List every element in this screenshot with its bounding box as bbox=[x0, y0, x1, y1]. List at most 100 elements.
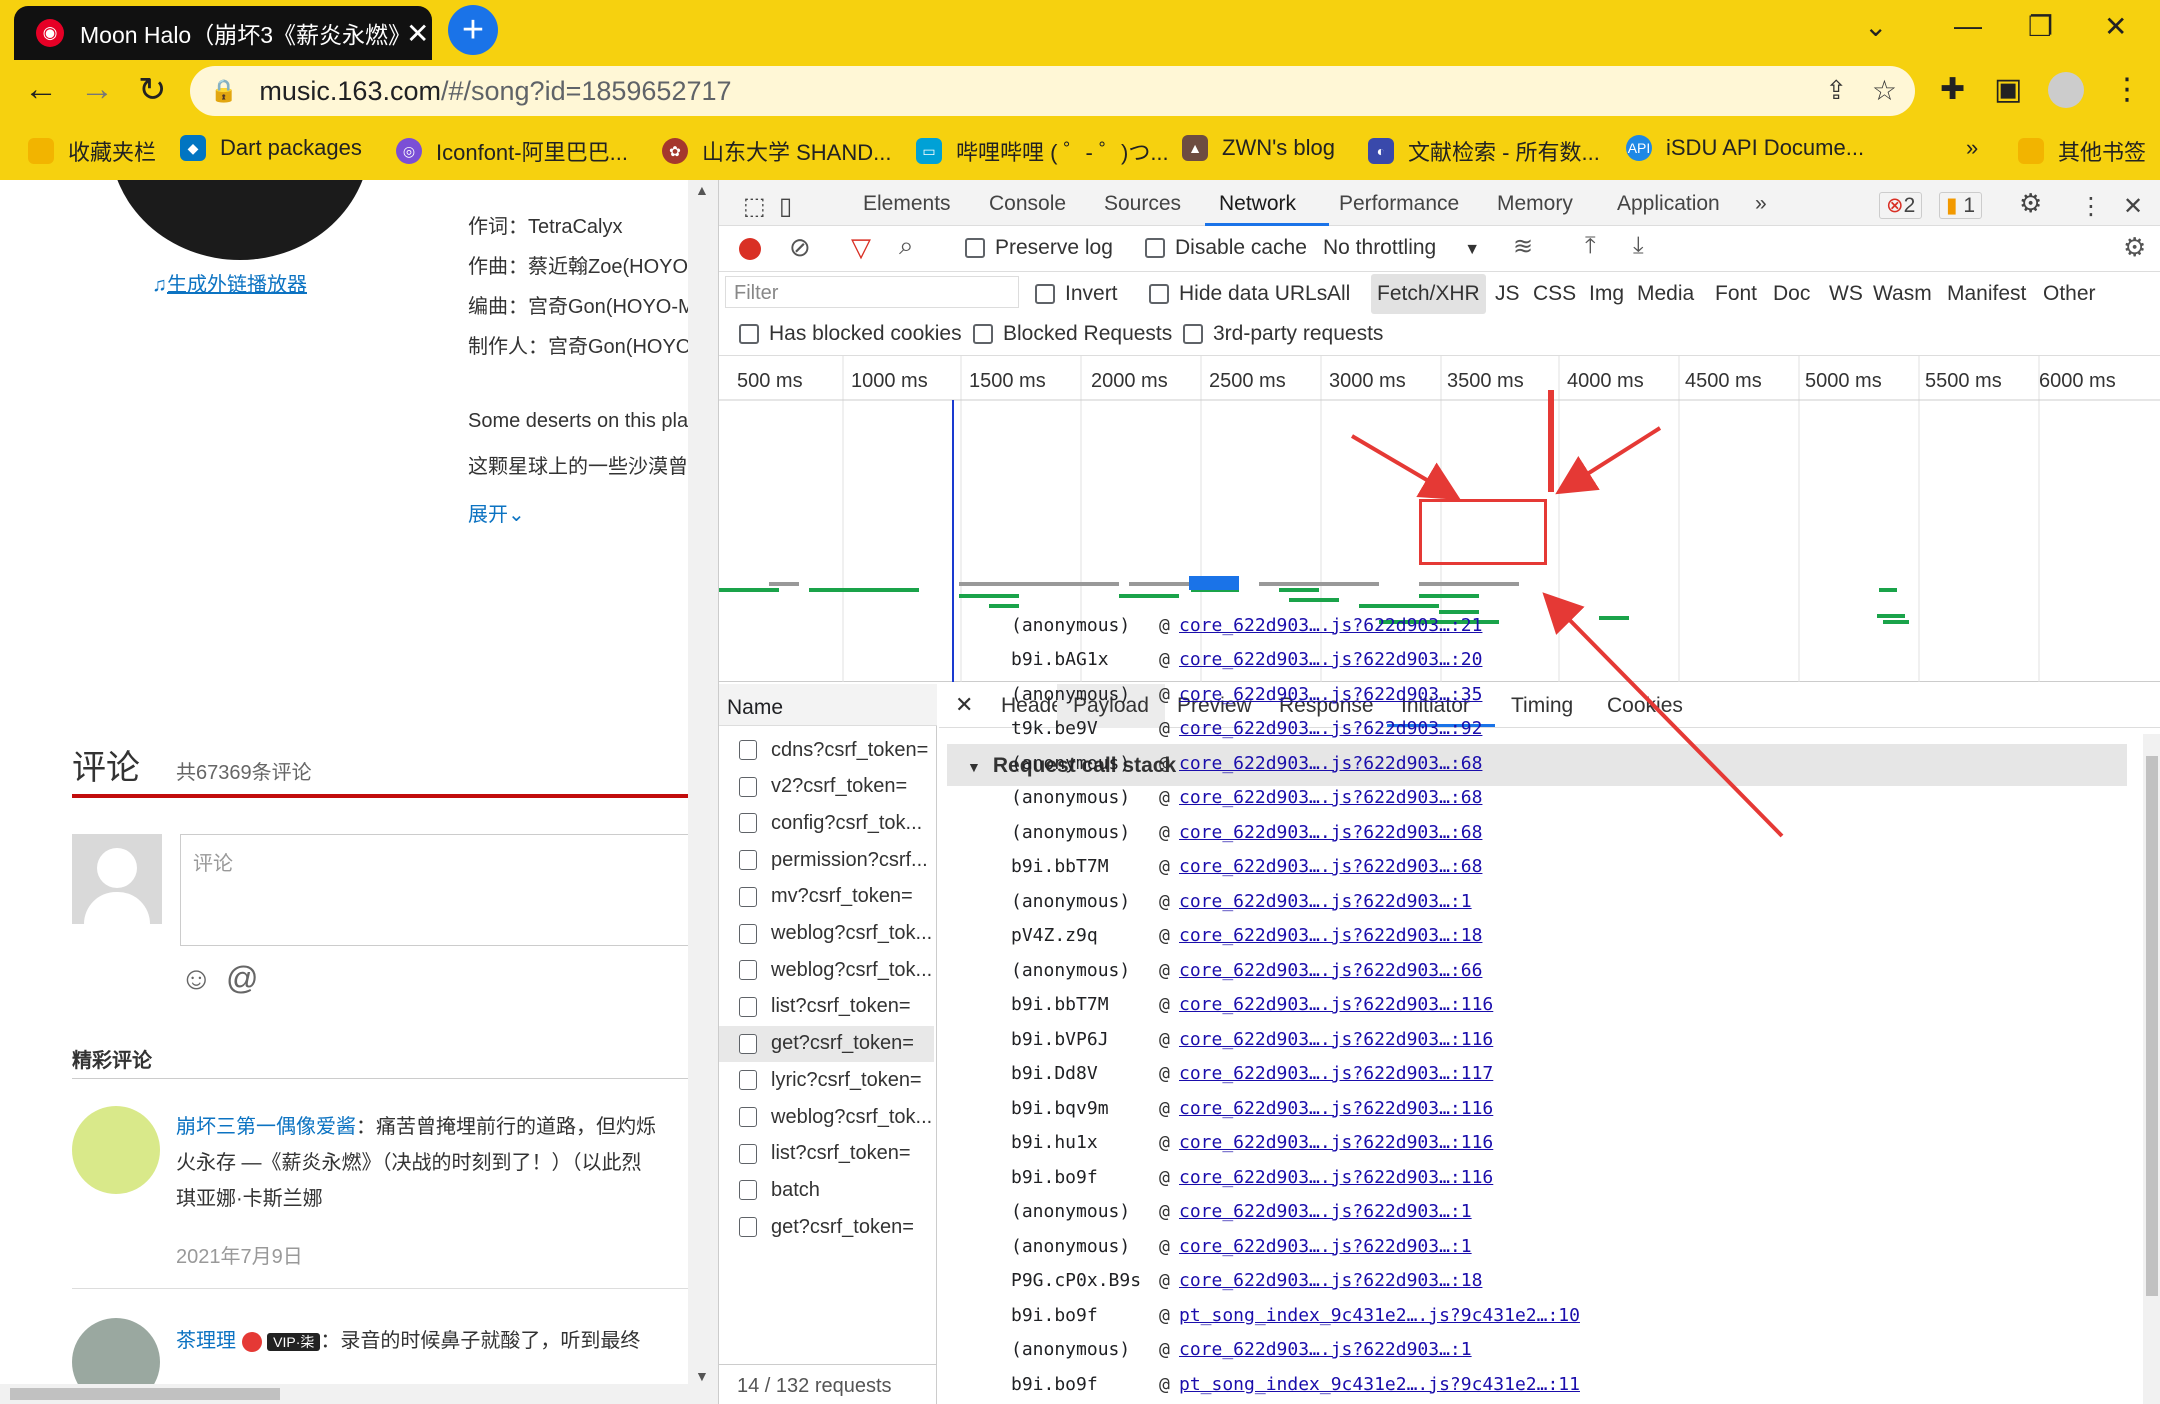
request-row[interactable]: config?csrf_tok... bbox=[719, 805, 934, 841]
commenter-avatar[interactable] bbox=[72, 1106, 160, 1194]
frame-source-link[interactable]: core_622d903….js?622d903…:116 bbox=[1179, 1098, 1493, 1119]
network-settings-icon[interactable]: ⚙ bbox=[2123, 232, 2146, 263]
tab-timing[interactable]: Timing bbox=[1511, 694, 1573, 718]
type-filter-other[interactable]: Other bbox=[2043, 282, 2096, 306]
inspect-icon[interactable]: ⬚ bbox=[743, 192, 766, 221]
commenter-name[interactable]: 茶理理 bbox=[176, 1330, 236, 1352]
page-scrollbar[interactable]: ▲ ▼ bbox=[688, 180, 718, 1404]
settings-icon[interactable]: ⚙ bbox=[2019, 188, 2042, 219]
frame-source-link[interactable]: core_622d903….js?622d903…:1 bbox=[1179, 1339, 1472, 1360]
type-filter-font[interactable]: Font bbox=[1715, 282, 1757, 306]
bookmark-item[interactable]: ✿ 山东大学 SHAND... bbox=[662, 135, 891, 167]
horizontal-scrollbar[interactable] bbox=[0, 1384, 718, 1404]
bookmarks-overflow-button[interactable]: » bbox=[1966, 135, 1978, 161]
frame-source-link[interactable]: core_622d903….js?622d903…:68 bbox=[1179, 822, 1482, 843]
profile-avatar[interactable] bbox=[2048, 72, 2084, 108]
frame-source-link[interactable]: core_622d903….js?622d903…:117 bbox=[1179, 1063, 1493, 1084]
frame-source-link[interactable]: core_622d903….js?622d903…:1 bbox=[1179, 1236, 1472, 1257]
expand-link[interactable]: 展开⌄ bbox=[468, 498, 525, 527]
bookmark-item[interactable]: ▲ ZWN's blog bbox=[1182, 135, 1335, 161]
address-bar[interactable]: 🔒 music.163.com/#/song?id=1859652717 ⇪ ☆ bbox=[190, 66, 1915, 116]
tab-elements[interactable]: Elements bbox=[863, 192, 951, 216]
close-detail-icon[interactable]: ✕ bbox=[955, 692, 973, 718]
frame-source-link[interactable]: core_622d903….js?622d903…:66 bbox=[1179, 960, 1482, 981]
checkbox[interactable] bbox=[739, 324, 759, 345]
frame-source-link[interactable]: pt_song_index_9c431e2….js?9c431e2…:11 bbox=[1179, 1374, 1580, 1395]
detail-scrollbar[interactable] bbox=[2143, 734, 2160, 1404]
request-row[interactable]: weblog?csrf_tok... bbox=[719, 1099, 934, 1135]
tab-sources[interactable]: Sources bbox=[1104, 192, 1181, 216]
type-filter-wasm[interactable]: Wasm bbox=[1873, 282, 1932, 306]
frame-source-link[interactable]: core_622d903….js?622d903…:116 bbox=[1179, 1167, 1493, 1188]
device-toolbar-icon[interactable]: ▯ bbox=[779, 192, 792, 221]
disable-cache-checkbox[interactable]: Disable cache bbox=[1145, 236, 1307, 260]
tab-memory[interactable]: Memory bbox=[1497, 192, 1573, 216]
type-filter-media[interactable]: Media bbox=[1637, 282, 1694, 306]
frame-source-link[interactable]: core_622d903….js?622d903…:18 bbox=[1179, 1270, 1482, 1291]
request-row[interactable]: get?csrf_token= bbox=[719, 1025, 934, 1062]
new-tab-button[interactable]: + bbox=[448, 5, 498, 55]
frame-source-link[interactable]: core_622d903….js?622d903…:116 bbox=[1179, 994, 1493, 1015]
extensions-icon[interactable]: ✚ bbox=[1940, 72, 1965, 107]
side-panel-icon[interactable]: ▣ bbox=[1994, 72, 2022, 107]
more-tabs-icon[interactable]: » bbox=[1755, 192, 1767, 216]
forward-icon[interactable]: → bbox=[80, 70, 114, 109]
frame-source-link[interactable]: core_622d903….js?622d903…:92 bbox=[1179, 718, 1482, 739]
type-filter-fetch-xhr[interactable]: Fetch/XHR bbox=[1371, 274, 1486, 314]
close-tab-icon[interactable]: ✕ bbox=[406, 17, 429, 50]
checkbox[interactable] bbox=[1145, 238, 1165, 259]
checkbox[interactable] bbox=[965, 238, 985, 259]
filter-icon[interactable]: ▽ bbox=[851, 232, 871, 263]
checkbox[interactable] bbox=[1149, 284, 1169, 305]
import-har-icon[interactable]: ⤒ bbox=[1585, 232, 1596, 260]
search-icon[interactable]: ⌕ bbox=[899, 230, 914, 262]
export-har-icon[interactable]: ⤓ bbox=[1633, 232, 1644, 260]
emoji-icon[interactable]: ☺ bbox=[180, 960, 213, 997]
request-row[interactable]: permission?csrf... bbox=[719, 842, 934, 878]
comment-input[interactable]: 评论 bbox=[180, 834, 700, 946]
tab-application[interactable]: Application bbox=[1617, 192, 1720, 216]
error-count-badge[interactable]: ⊗2 bbox=[1879, 192, 1923, 219]
type-filter-css[interactable]: CSS bbox=[1533, 282, 1576, 306]
bookmark-item[interactable]: ◐ 文献检索 - 所有数... bbox=[1368, 135, 1600, 167]
bookmark-star-icon[interactable]: ☆ bbox=[1872, 74, 1897, 107]
name-column-header[interactable]: Name bbox=[719, 684, 937, 726]
preserve-log-checkbox[interactable]: Preserve log bbox=[965, 236, 1113, 260]
checkbox[interactable] bbox=[1183, 324, 1203, 345]
request-row[interactable]: list?csrf_token= bbox=[719, 989, 934, 1025]
frame-source-link[interactable]: core_622d903….js?622d903…:68 bbox=[1179, 856, 1482, 877]
request-row[interactable]: mv?csrf_token= bbox=[719, 879, 934, 915]
frame-source-link[interactable]: core_622d903….js?622d903…:35 bbox=[1179, 684, 1482, 705]
tab-search-icon[interactable]: ⌄ bbox=[1864, 10, 1887, 43]
restore-icon[interactable]: ❐ bbox=[2028, 10, 2053, 43]
reload-icon[interactable]: ↻ bbox=[138, 70, 167, 110]
browser-tab[interactable]: ◉ Moon Halo（崩坏3《薪炎永燃》 ✕ bbox=[14, 6, 432, 60]
external-player-link[interactable]: ♫生成外链播放器 bbox=[152, 268, 307, 297]
tab-console[interactable]: Console bbox=[989, 192, 1066, 216]
blocked-cookies-checkbox[interactable]: Has blocked cookies bbox=[739, 322, 962, 346]
frame-source-link[interactable]: core_622d903….js?622d903…:116 bbox=[1179, 1132, 1493, 1153]
bookmark-item[interactable]: ◆ Dart packages bbox=[180, 135, 362, 161]
frame-source-link[interactable]: core_622d903….js?622d903…:116 bbox=[1179, 1029, 1493, 1050]
menu-icon[interactable]: ⋮ bbox=[2112, 72, 2142, 107]
request-row[interactable]: weblog?csrf_tok... bbox=[719, 916, 934, 952]
tab-performance[interactable]: Performance bbox=[1339, 192, 1459, 216]
frame-source-link[interactable]: core_622d903….js?622d903…:68 bbox=[1179, 753, 1482, 774]
type-filter-js[interactable]: JS bbox=[1495, 282, 1520, 306]
request-row[interactable]: lyric?csrf_token= bbox=[719, 1062, 934, 1098]
type-filter-doc[interactable]: Doc bbox=[1773, 282, 1810, 306]
checkbox[interactable] bbox=[1035, 284, 1055, 305]
customize-menu-icon[interactable]: ⋮ bbox=[2079, 192, 2103, 221]
bookmark-item[interactable]: ▭ 哔哩哔哩 ( ゜- ゜)つ... bbox=[916, 135, 1169, 167]
tab-network[interactable]: Network bbox=[1219, 192, 1296, 216]
hide-data-urls-checkbox[interactable]: Hide data URLs bbox=[1149, 282, 1327, 306]
request-row[interactable]: v2?csrf_token= bbox=[719, 769, 934, 805]
back-icon[interactable]: ← bbox=[24, 70, 58, 109]
commenter-name[interactable]: 崩坏三第一偶像爱酱 bbox=[176, 1116, 356, 1138]
blocked-requests-checkbox[interactable]: Blocked Requests bbox=[973, 322, 1172, 346]
frame-source-link[interactable]: core_622d903….js?622d903…:1 bbox=[1179, 891, 1472, 912]
bookmark-folder[interactable]: 收藏夹栏 bbox=[28, 135, 156, 167]
close-window-icon[interactable]: ✕ bbox=[2104, 10, 2127, 43]
tab-cookies[interactable]: Cookies bbox=[1607, 694, 1683, 718]
close-devtools-icon[interactable]: ✕ bbox=[2123, 192, 2143, 221]
